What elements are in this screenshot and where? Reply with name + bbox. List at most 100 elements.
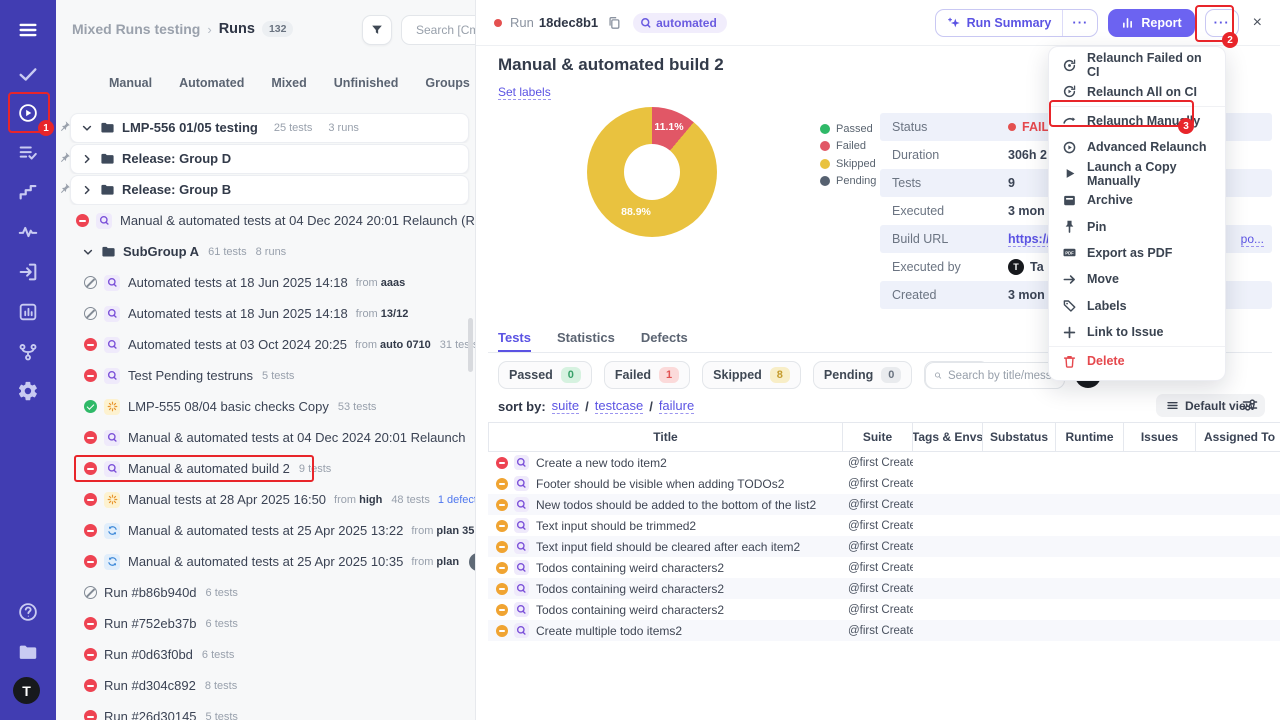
close-run-button[interactable]: × xyxy=(1253,14,1262,32)
test-row[interactable]: Create a new todo item2@first Create ... xyxy=(488,452,1280,473)
menu-item-archive[interactable]: Archive xyxy=(1049,187,1225,213)
chevron-right-icon[interactable] xyxy=(81,184,93,196)
chevron-down-icon[interactable] xyxy=(82,246,94,258)
run-row[interactable]: Run #b86b940d6 tests xyxy=(56,577,476,608)
run-row[interactable]: Manual & automated build 29 tests xyxy=(56,453,476,484)
column-header-assigned-to[interactable]: Assigned To xyxy=(1196,423,1280,451)
filter-chip-pending[interactable]: Pending0 xyxy=(813,361,912,389)
runs-filter-tab-mixed[interactable]: Mixed xyxy=(271,76,306,90)
run-row[interactable]: Run #752eb37b6 tests xyxy=(56,608,476,639)
sort-by-testcase[interactable]: testcase xyxy=(595,398,643,414)
tab-defects[interactable]: Defects xyxy=(641,330,688,352)
chevron-right-icon[interactable] xyxy=(81,153,93,165)
menu-item-link-to-issue[interactable]: Link to Issue xyxy=(1049,319,1225,345)
folder-icon xyxy=(100,151,115,166)
play-circle-icon[interactable] xyxy=(17,102,39,124)
runs-search[interactable] xyxy=(401,15,476,45)
test-row[interactable]: New todos should be added to the bottom … xyxy=(488,494,1280,515)
sign-in-icon[interactable] xyxy=(17,261,39,283)
runs-filter-tab-groups[interactable]: Groups xyxy=(425,76,469,90)
menu-item-labels[interactable]: Labels xyxy=(1049,293,1225,319)
test-row[interactable]: Todos containing weird characters2@first… xyxy=(488,557,1280,578)
column-header-issues[interactable]: Issues xyxy=(1124,423,1196,451)
test-row[interactable]: Footer should be visible when adding TOD… xyxy=(488,473,1280,494)
menu-item-relaunch-manually[interactable]: Relaunch Manually xyxy=(1049,108,1225,134)
tests-table: TitleSuiteTags & EnvsSubstatusRuntimeIss… xyxy=(488,422,1280,641)
branch-icon[interactable] xyxy=(17,341,39,363)
column-header-tags-envs[interactable]: Tags & Envs xyxy=(913,423,983,451)
report-button[interactable]: Report xyxy=(1108,9,1194,37)
menu-item-advanced-relaunch[interactable]: Advanced Relaunch xyxy=(1049,134,1225,160)
run-row[interactable]: Run #26d301455 tests xyxy=(56,701,476,720)
runs-search-input[interactable] xyxy=(416,23,476,37)
tests-search[interactable] xyxy=(925,362,1065,389)
run-row[interactable]: Test Pending testruns5 tests xyxy=(56,360,476,391)
run-row[interactable]: LMP-555 08/04 basic checks Copy53 tests xyxy=(56,391,476,422)
run-group-row[interactable]: Release: Group B xyxy=(56,174,476,205)
filter-chip-passed[interactable]: Passed0 xyxy=(498,361,592,389)
projects-folder-icon[interactable] xyxy=(17,641,39,663)
run-row[interactable]: Manual tests at 28 Apr 2025 16:50from hi… xyxy=(56,484,476,515)
sort-by-failure[interactable]: failure xyxy=(659,398,694,414)
column-header-title[interactable]: Title xyxy=(488,423,843,451)
test-row[interactable]: Todos containing weird characters2@first… xyxy=(488,578,1280,599)
run-subgroup-row[interactable]: SubGroup A61 tests8 runs xyxy=(56,236,476,267)
run-row[interactable]: Automated tests at 03 Oct 2024 20:25from… xyxy=(56,329,476,360)
test-row[interactable]: Create multiple todo items2@first Create… xyxy=(488,620,1280,641)
filter-button[interactable] xyxy=(362,15,392,45)
run-group-row[interactable]: LMP-556 01/05 testing25 tests3 runs xyxy=(56,112,476,143)
runs-filter-tab-automated[interactable]: Automated xyxy=(179,76,244,90)
menu-icon[interactable] xyxy=(17,19,39,41)
test-row[interactable]: Text input should be trimmed2@first Crea… xyxy=(488,515,1280,536)
detail-value[interactable]: https:// xyxy=(1008,232,1050,247)
filter-chip-skipped[interactable]: Skipped8 xyxy=(702,361,801,389)
tab-tests[interactable]: Tests xyxy=(498,330,531,352)
run-row[interactable]: Manual & automated tests at 25 Apr 2025 … xyxy=(56,546,476,577)
run-row[interactable]: Run #d304c8928 tests xyxy=(56,670,476,701)
column-header-substatus[interactable]: Substatus xyxy=(983,423,1056,451)
runs-filter-tab-manual[interactable]: Manual xyxy=(109,76,152,90)
column-header-suite[interactable]: Suite xyxy=(843,423,913,451)
sort-by-suite[interactable]: suite xyxy=(552,398,579,414)
help-icon[interactable] xyxy=(17,601,39,623)
copy-icon[interactable] xyxy=(607,15,621,30)
menu-item-pin[interactable]: Pin xyxy=(1049,213,1225,239)
menu-item-relaunch-all-on-ci[interactable]: Relaunch All on CI xyxy=(1049,78,1225,104)
bar-chart-icon[interactable] xyxy=(17,301,39,323)
chevron-down-icon[interactable] xyxy=(81,122,93,134)
build-url-fragment[interactable]: po... xyxy=(1241,232,1264,247)
run-row[interactable]: Run #0d63f0bd6 tests xyxy=(56,639,476,670)
list-check-icon[interactable] xyxy=(17,142,39,164)
run-row[interactable]: Manual & automated tests at 04 Dec 2024 … xyxy=(56,422,476,453)
runs-list-scrollbar[interactable] xyxy=(468,318,473,372)
gear-icon[interactable] xyxy=(17,380,39,402)
tab-statistics[interactable]: Statistics xyxy=(557,330,615,352)
menu-item-delete[interactable]: Delete xyxy=(1049,348,1225,374)
check-icon[interactable] xyxy=(17,63,39,85)
run-row[interactable]: Manual & automated tests at 04 Dec 2024 … xyxy=(56,205,476,236)
set-labels-link[interactable]: Set labels xyxy=(498,85,551,100)
run-group-row[interactable]: Release: Group D xyxy=(56,143,476,174)
runs-filter-tab-unfinished[interactable]: Unfinished xyxy=(334,76,399,90)
run-summary-more-button[interactable]: ··· xyxy=(1062,10,1097,36)
steps-icon[interactable] xyxy=(17,181,39,203)
menu-item-move[interactable]: Move xyxy=(1049,266,1225,292)
test-row[interactable]: Todos containing weird characters2@first… xyxy=(488,599,1280,620)
breadcrumb-project[interactable]: Mixed Runs testing xyxy=(72,21,200,37)
activity-icon[interactable] xyxy=(17,221,39,243)
run-row[interactable]: Automated tests at 18 Jun 2025 14:18from… xyxy=(56,267,476,298)
run-defects-count[interactable]: 1 defects xyxy=(438,494,476,506)
column-header-runtime[interactable]: Runtime xyxy=(1056,423,1124,451)
run-summary-button[interactable]: Run Summary ··· xyxy=(935,9,1099,37)
menu-item-relaunch-failed-on-ci[interactable]: Relaunch Failed on CI xyxy=(1049,52,1225,78)
more-actions-button[interactable]: ··· xyxy=(1205,9,1239,37)
menu-item-launch-a-copy-manually[interactable]: Launch a Copy Manually xyxy=(1049,161,1225,187)
user-avatar[interactable]: T xyxy=(13,677,40,704)
menu-item-export-as-pdf[interactable]: PDFExport as PDF xyxy=(1049,240,1225,266)
run-row[interactable]: Manual & automated tests at 25 Apr 2025 … xyxy=(56,515,476,546)
view-settings-icon[interactable] xyxy=(1242,397,1258,413)
run-row[interactable]: Automated tests at 18 Jun 2025 14:18from… xyxy=(56,298,476,329)
filter-chip-failed[interactable]: Failed1 xyxy=(604,361,690,389)
tests-search-input[interactable] xyxy=(948,370,1056,382)
test-row[interactable]: Text input field should be cleared after… xyxy=(488,536,1280,557)
